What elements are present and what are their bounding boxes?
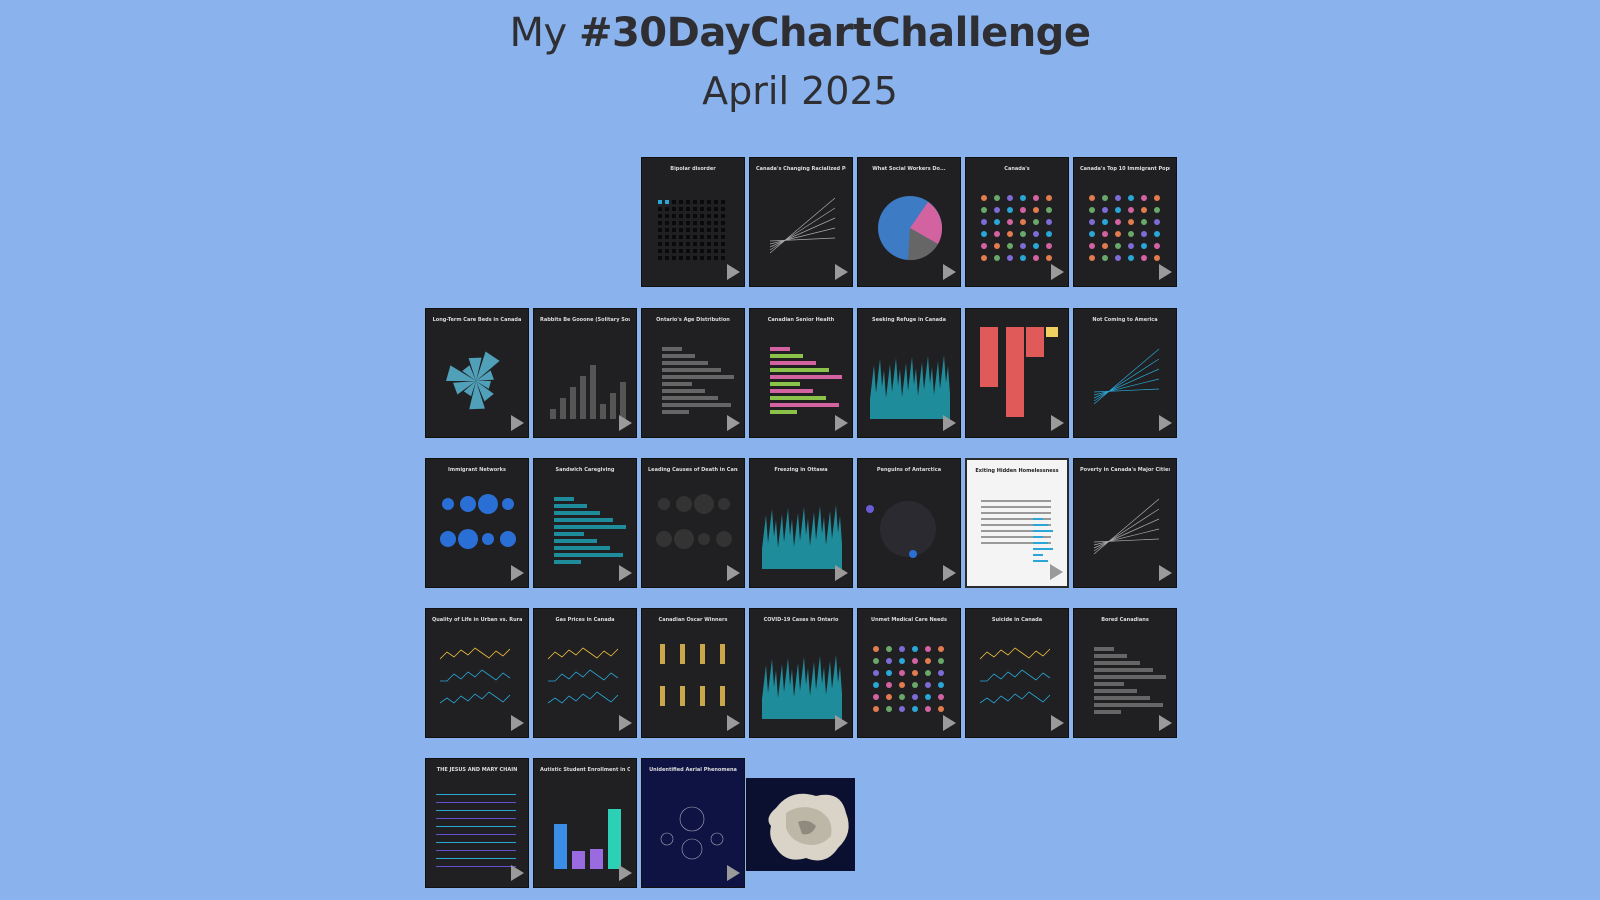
play-icon[interactable] bbox=[727, 415, 740, 431]
chart-thumbnail[interactable]: Long-Term Care Beds in Canada bbox=[425, 308, 529, 438]
play-icon[interactable] bbox=[727, 715, 740, 731]
thumbnail-title: Rabbits Be Gooone (Solitary Sources) bbox=[540, 317, 630, 323]
chart-thumbnail[interactable]: Immigrant Networks bbox=[425, 458, 529, 588]
thumbnail-title: Immigrant Networks bbox=[448, 467, 506, 473]
chart-thumbnail[interactable]: Quality of Life in Urban vs. Rural Canad… bbox=[425, 608, 529, 738]
chart-thumbnail[interactable]: Suicide in Canada bbox=[965, 608, 1069, 738]
thumbnail-title: THE JESUS AND MARY CHAIN bbox=[436, 767, 518, 773]
play-icon[interactable] bbox=[1051, 415, 1064, 431]
chart-thumbnail[interactable]: Leading Causes of Death in Canada bbox=[641, 458, 745, 588]
thumbnail-title: Canada's Top 10 Immigrant Populations bbox=[1080, 166, 1170, 172]
play-icon[interactable] bbox=[943, 415, 956, 431]
chart-thumbnail[interactable]: THE JESUS AND MARY CHAIN bbox=[425, 758, 529, 888]
chart-thumbnail[interactable]: Penguins of Antarctica bbox=[857, 458, 961, 588]
play-icon[interactable] bbox=[835, 715, 848, 731]
play-icon[interactable] bbox=[727, 865, 740, 881]
chart-thumbnail[interactable]: Bipolar disorder bbox=[641, 157, 745, 287]
thumbnail-title: Quality of Life in Urban vs. Rural Canad… bbox=[432, 617, 522, 623]
chart-thumbnail[interactable]: Poverty in Canada's Major Cities bbox=[1073, 458, 1177, 588]
thumbnail-title: Long-Term Care Beds in Canada bbox=[432, 317, 522, 323]
chart-thumbnail[interactable]: Unmet Medical Care Needs bbox=[857, 608, 961, 738]
chart-thumbnail[interactable]: Ontario's Age Distribution bbox=[641, 308, 745, 438]
thumbnail-title: Canada's Changing Racialized Population bbox=[756, 166, 846, 172]
thumbnail-title: Autistic Student Enrollment in Ontario S… bbox=[540, 767, 630, 773]
play-icon[interactable] bbox=[835, 565, 848, 581]
thumbnail-title: COVID-19 Cases in Ontario bbox=[763, 617, 839, 623]
play-icon[interactable] bbox=[619, 865, 632, 881]
play-icon[interactable] bbox=[943, 264, 956, 280]
thumbnail-title: Seeking Refuge in Canada bbox=[872, 317, 946, 323]
play-icon[interactable] bbox=[835, 264, 848, 280]
chart-thumbnail[interactable]: Autistic Student Enrollment in Ontario S… bbox=[533, 758, 637, 888]
play-icon[interactable] bbox=[835, 415, 848, 431]
play-icon[interactable] bbox=[1050, 564, 1063, 580]
play-icon[interactable] bbox=[1159, 715, 1172, 731]
thumbnail-title: Bipolar disorder bbox=[670, 166, 716, 172]
thumbnail-title: Leading Causes of Death in Canada bbox=[648, 467, 738, 473]
thumbnail-title: Ontario's Age Distribution bbox=[656, 317, 730, 323]
thumbnail-title: Penguins of Antarctica bbox=[876, 467, 942, 473]
thumbnail-title: Canada's bbox=[1004, 166, 1030, 172]
chart-thumbnail[interactable]: Canada's bbox=[965, 157, 1069, 287]
play-icon[interactable] bbox=[619, 565, 632, 581]
play-icon[interactable] bbox=[727, 565, 740, 581]
play-icon[interactable] bbox=[1159, 415, 1172, 431]
chart-thumbnail[interactable]: Gas Prices in Canada bbox=[533, 608, 637, 738]
thumbnail-grid: Bipolar disorder Canada's Changing Racial… bbox=[0, 0, 1600, 900]
chart-thumbnail[interactable]: Sandwich Caregiving bbox=[533, 458, 637, 588]
play-icon[interactable] bbox=[511, 865, 524, 881]
chart-thumbnail[interactable]: Canadian Oscar Winners bbox=[641, 608, 745, 738]
play-icon[interactable] bbox=[511, 415, 524, 431]
play-icon[interactable] bbox=[619, 715, 632, 731]
play-icon[interactable] bbox=[511, 715, 524, 731]
thumbnail-title: Freezing in Ottawa bbox=[774, 467, 828, 473]
chart-thumbnail[interactable]: Canadian Senior Health bbox=[749, 308, 853, 438]
thumbnail-title: Bored Canadians bbox=[1101, 617, 1149, 623]
chart-thumbnail[interactable]: Unidentified Aerial Phenomena bbox=[641, 758, 745, 888]
antarctica-photo-thumbnail[interactable] bbox=[746, 778, 855, 871]
thumbnail-title: Unidentified Aerial Phenomena bbox=[649, 767, 737, 773]
play-icon[interactable] bbox=[511, 565, 524, 581]
play-icon[interactable] bbox=[1159, 264, 1172, 280]
play-icon[interactable] bbox=[1051, 264, 1064, 280]
chart-thumbnail[interactable] bbox=[965, 308, 1069, 438]
thumbnail-title: What Social Workers Do... bbox=[872, 166, 946, 172]
chart-thumbnail[interactable]: Freezing in Ottawa bbox=[749, 458, 853, 588]
antarctica-icon bbox=[746, 778, 855, 871]
play-icon[interactable] bbox=[943, 715, 956, 731]
chart-thumbnail[interactable]: Rabbits Be Gooone (Solitary Sources) bbox=[533, 308, 637, 438]
chart-thumbnail[interactable]: Canada's Top 10 Immigrant Populations bbox=[1073, 157, 1177, 287]
chart-thumbnail[interactable]: Not Coming to America bbox=[1073, 308, 1177, 438]
thumbnail-title: Poverty in Canada's Major Cities bbox=[1080, 467, 1170, 473]
thumbnail-title: Sandwich Caregiving bbox=[555, 467, 615, 473]
chart-thumbnail[interactable]: COVID-19 Cases in Ontario bbox=[749, 608, 853, 738]
thumbnail-title: Suicide in Canada bbox=[991, 617, 1043, 623]
thumbnail-title: Unmet Medical Care Needs bbox=[871, 617, 947, 623]
thumbnail-title: Not Coming to America bbox=[1092, 317, 1158, 323]
chart-thumbnail[interactable]: Canada's Changing Racialized Population bbox=[749, 157, 853, 287]
chart-thumbnail[interactable]: Bored Canadians bbox=[1073, 608, 1177, 738]
play-icon[interactable] bbox=[727, 264, 740, 280]
thumbnail-title: Exiting Hidden Homelessness bbox=[975, 468, 1059, 474]
play-icon[interactable] bbox=[619, 415, 632, 431]
chart-thumbnail[interactable]: Seeking Refuge in Canada bbox=[857, 308, 961, 438]
play-icon[interactable] bbox=[1159, 565, 1172, 581]
thumbnail-title: Canadian Senior Health bbox=[767, 317, 835, 323]
play-icon[interactable] bbox=[1051, 715, 1064, 731]
play-icon[interactable] bbox=[943, 565, 956, 581]
thumbnail-title: Gas Prices in Canada bbox=[555, 617, 615, 623]
chart-thumbnail[interactable]: What Social Workers Do... bbox=[857, 157, 961, 287]
thumbnail-title: Canadian Oscar Winners bbox=[658, 617, 728, 623]
chart-thumbnail[interactable]: Exiting Hidden Homelessness bbox=[965, 458, 1069, 588]
